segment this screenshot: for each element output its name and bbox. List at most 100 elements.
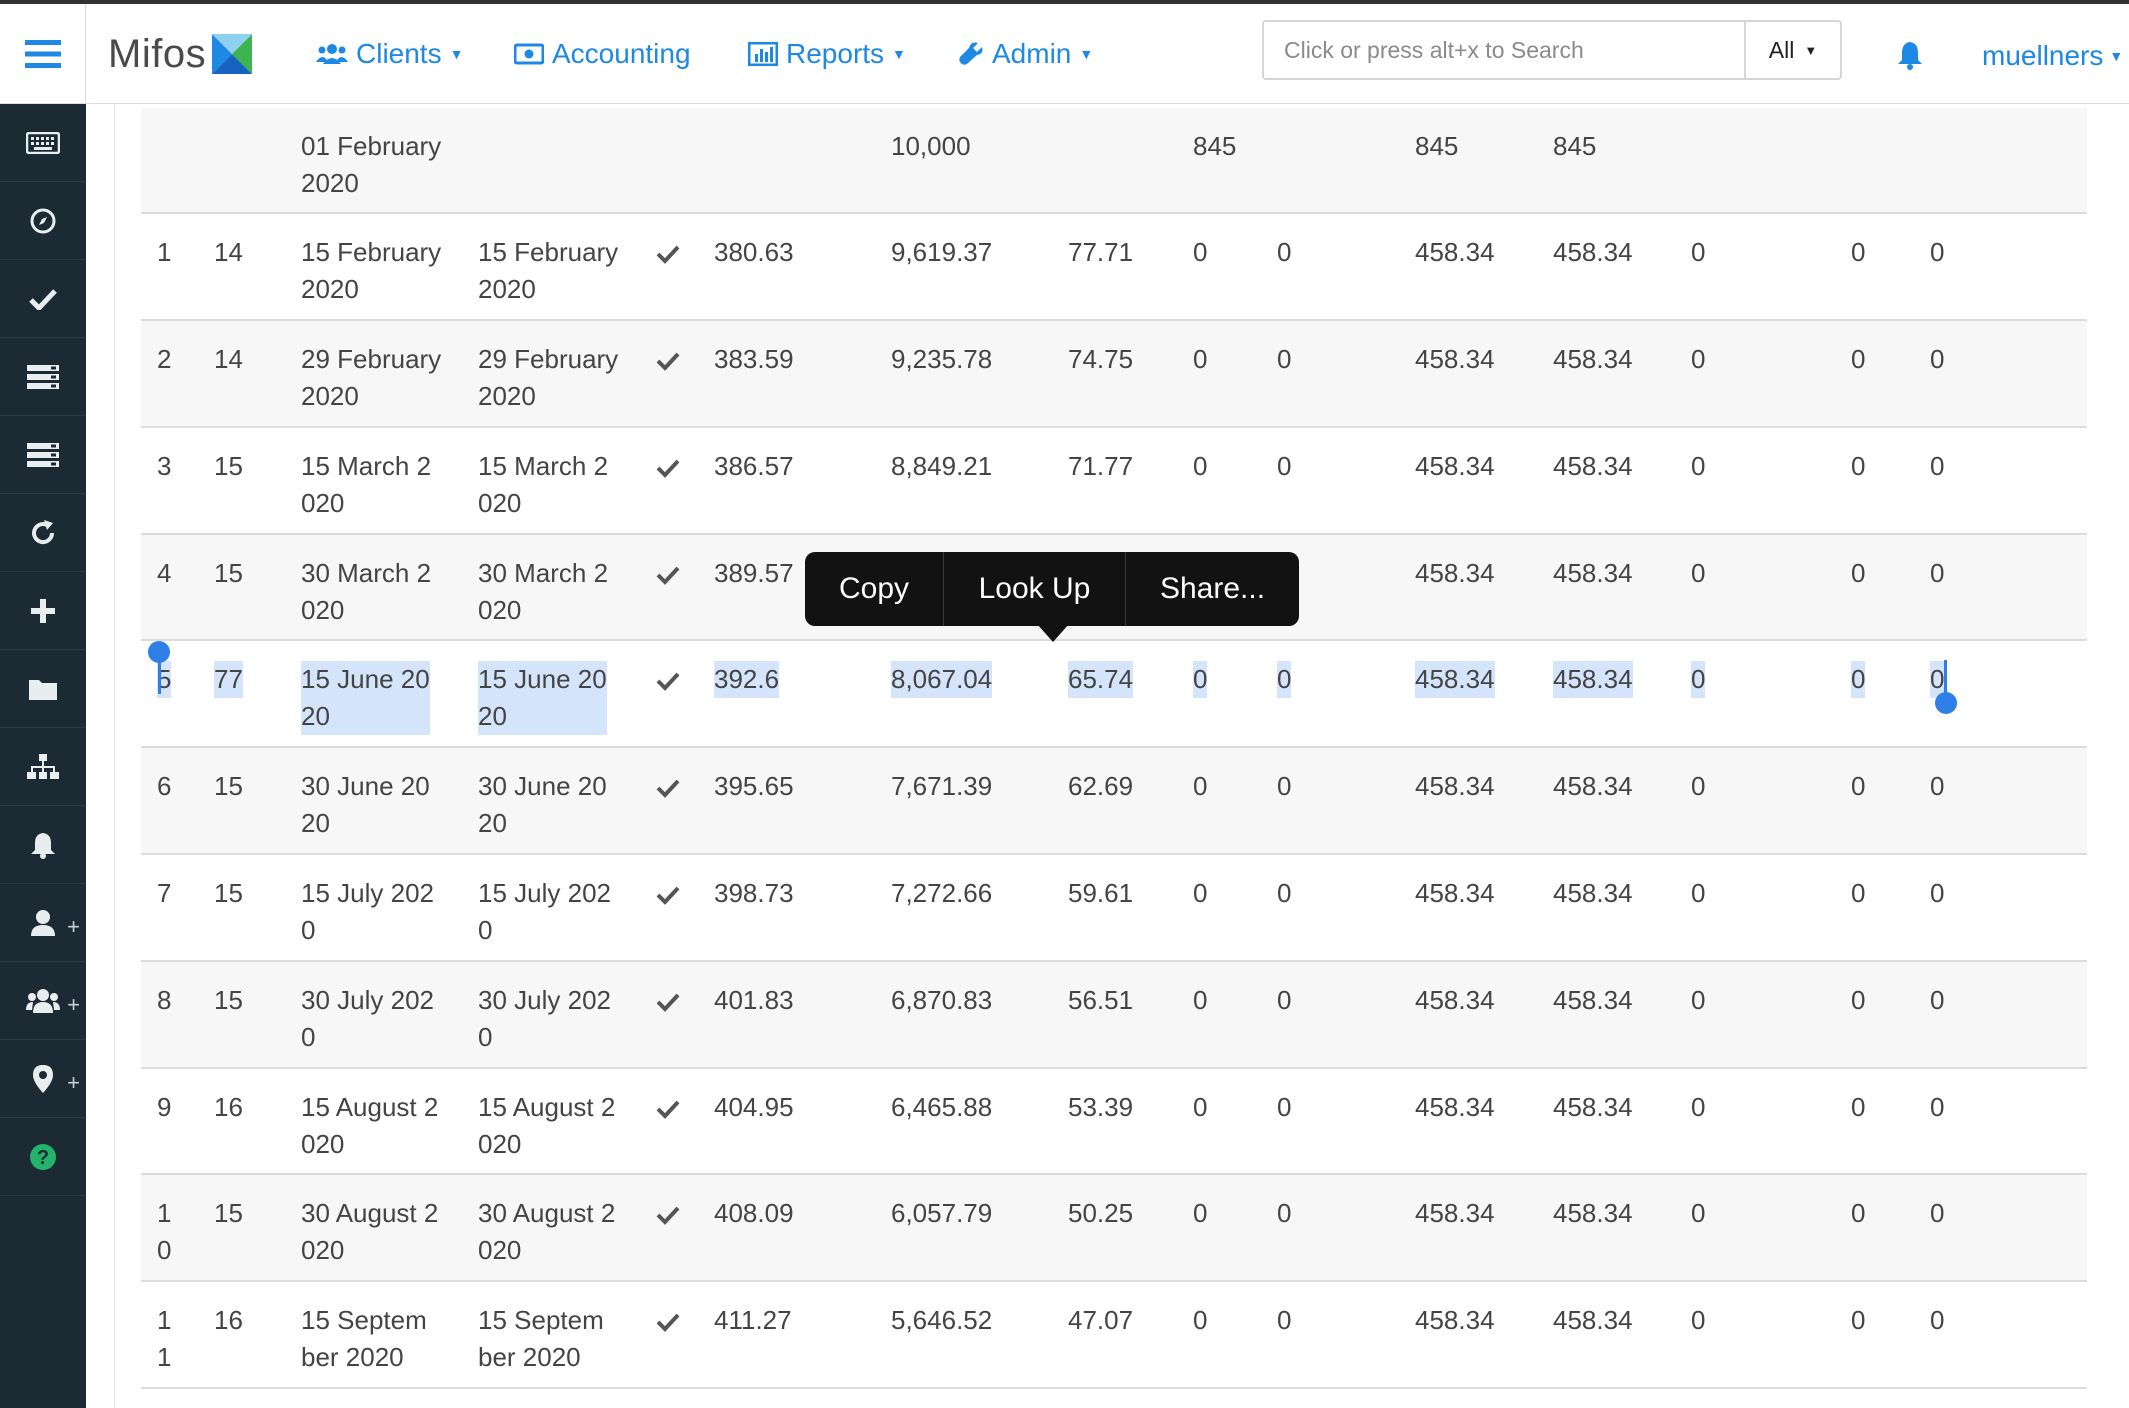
menu-toggle-button[interactable] [0,4,86,104]
plus-icon: + [67,914,80,939]
sidebar-item-notifications[interactable] [0,806,86,884]
fees-cell: 0 [1193,1305,1208,1335]
search-scope-dropdown[interactable]: All ▼ [1744,22,1840,78]
nav-admin[interactable]: Admin ▼ [958,38,1093,70]
plus-icon: + [67,1070,80,1095]
total-amount-cell: 458.34 [1553,661,1633,698]
look-up-button[interactable]: Look Up [944,552,1126,626]
interest-cell: 53.39 [1068,1092,1134,1122]
sidebar: + + + ? [0,104,86,1408]
user-menu[interactable]: muellners ▼ [1982,40,2123,72]
fees-cell: 845 [1193,131,1237,161]
sidebar-item-checker[interactable] [0,260,86,338]
sidebar-item-documents[interactable] [0,650,86,728]
app-logo[interactable]: Mifos [108,30,253,78]
paid-check-icon [656,1201,680,1232]
repayment-schedule-table: 01 February 2020 10,000 845 845 845 1 14 15 Feb… [141,104,2087,1408]
installment-days-cell: 15 [214,558,243,588]
due-amount-cell: 458.34 [1415,878,1495,908]
outstanding-amount-cell: 0 [1930,558,1945,588]
waived-amount-cell: 0 [1851,771,1866,801]
paid-amount-cell: 0 [1691,344,1706,374]
svg-text:?: ? [37,1147,49,1169]
installment-number-cell: 2 [157,344,172,374]
sidebar-item-tasks[interactable] [0,338,86,416]
caret-down-icon: ▼ [1804,42,1818,58]
installment-days-cell: 16 [214,1092,243,1122]
nav-clients[interactable]: Clients ▼ [316,38,463,70]
share-button[interactable]: Share... [1126,552,1299,626]
share-label: Share... [1159,572,1266,605]
nav-reports[interactable]: Reports ▼ [748,38,906,70]
interest-cell: 71.77 [1068,451,1134,481]
paid-date-cell: 15 June 20 20 [478,661,607,735]
interest-cell: 62.69 [1068,771,1134,801]
sitemap-icon [27,753,59,779]
due-amount-cell: 458.34 [1415,237,1495,267]
due-date-cell: 15 August 2 020 [301,1092,439,1159]
money-icon [514,43,544,65]
total-amount-cell: 458.34 [1553,878,1633,908]
sidebar-item-create[interactable] [0,572,86,650]
due-amount-cell: 845 [1415,131,1459,161]
installment-days-cell: 14 [214,237,243,267]
sidebar-item-navigation[interactable] [0,182,86,260]
paid-amount-cell: 0 [1691,878,1706,908]
outstanding-amount-cell: 0 [1930,1092,1945,1122]
sidebar-item-refresh[interactable] [0,494,86,572]
sidebar-item-help[interactable]: ? [0,1118,86,1196]
nav-admin-label: Admin [992,38,1072,69]
outstanding-amount-cell: 0 [1930,985,1945,1015]
outstanding-amount-cell: 0 [1930,237,1945,267]
table-row: 5 77 15 June 20 20 15 June 20 20 392.6 8,067.… [141,641,2087,748]
search-scope-label: All [1768,36,1795,63]
penalties-cell: 0 [1277,661,1292,698]
table-row: 6 15 30 June 20 20 30 June 20 20 395.65 7,671… [141,748,2087,855]
sidebar-item-keyboard[interactable] [0,104,86,182]
refresh-icon [32,519,55,544]
copy-button[interactable]: Copy [805,552,944,626]
installment-number-cell: 6 [157,771,172,801]
balance-of-loan-cell: 6,057.79 [891,1198,993,1228]
search-input[interactable] [1264,22,1744,78]
penalties-cell: 0 [1277,771,1292,801]
fees-cell: 0 [1193,451,1208,481]
total-amount-cell: 458.34 [1553,344,1633,374]
sidebar-item-create-group[interactable]: + [0,962,86,1040]
nav-accounting[interactable]: Accounting [514,38,691,70]
paid-amount-cell: 0 [1691,1305,1706,1335]
paid-date-cell: 15 August 2 020 [478,1092,616,1159]
sidebar-item-create-client[interactable]: + [0,884,86,962]
nav-clients-label: Clients [356,38,442,69]
sidebar-item-collection-sheet[interactable] [0,416,86,494]
user-name: muellners [1982,40,2104,71]
installment-number-cell: 1 1 [157,1305,172,1372]
selection-end-handle[interactable] [1935,692,1957,714]
sidebar-item-create-center[interactable]: + [0,1040,86,1118]
due-amount-cell: 458.34 [1415,344,1495,374]
due-date-cell: 29 February 2020 [301,344,442,411]
bell-icon [1898,42,1922,70]
outstanding-amount-cell: 0 [1930,1305,1945,1335]
waived-amount-cell: 0 [1851,1092,1866,1122]
user-icon [31,909,55,936]
users-icon [316,44,348,64]
paid-amount-cell: 0 [1691,558,1706,588]
total-amount-cell: 845 [1553,131,1597,161]
outstanding-amount-cell: 0 [1930,878,1945,908]
due-amount-cell: 458.34 [1415,1092,1495,1122]
fees-cell: 0 [1193,985,1208,1015]
penalties-cell: 0 [1277,1092,1292,1122]
installment-number-cell: 9 [157,1092,172,1122]
interest-cell: 56.51 [1068,985,1134,1015]
notifications-button[interactable] [1896,40,1924,75]
sidebar-item-organization[interactable] [0,728,86,806]
due-amount-cell: 458.34 [1415,661,1495,698]
total-amount-cell: 458.34 [1553,1305,1633,1335]
due-date-cell: 01 February 2020 [301,131,442,198]
installment-days-cell: 15 [214,985,243,1015]
text-selection-menu: Copy Look Up Share... [805,552,1299,626]
principal-due-cell: 392.6 [714,661,780,698]
table-row: 7 15 15 July 202 0 15 July 202 0 398.73 7,272… [141,855,2087,962]
map-marker-icon [33,1064,53,1093]
